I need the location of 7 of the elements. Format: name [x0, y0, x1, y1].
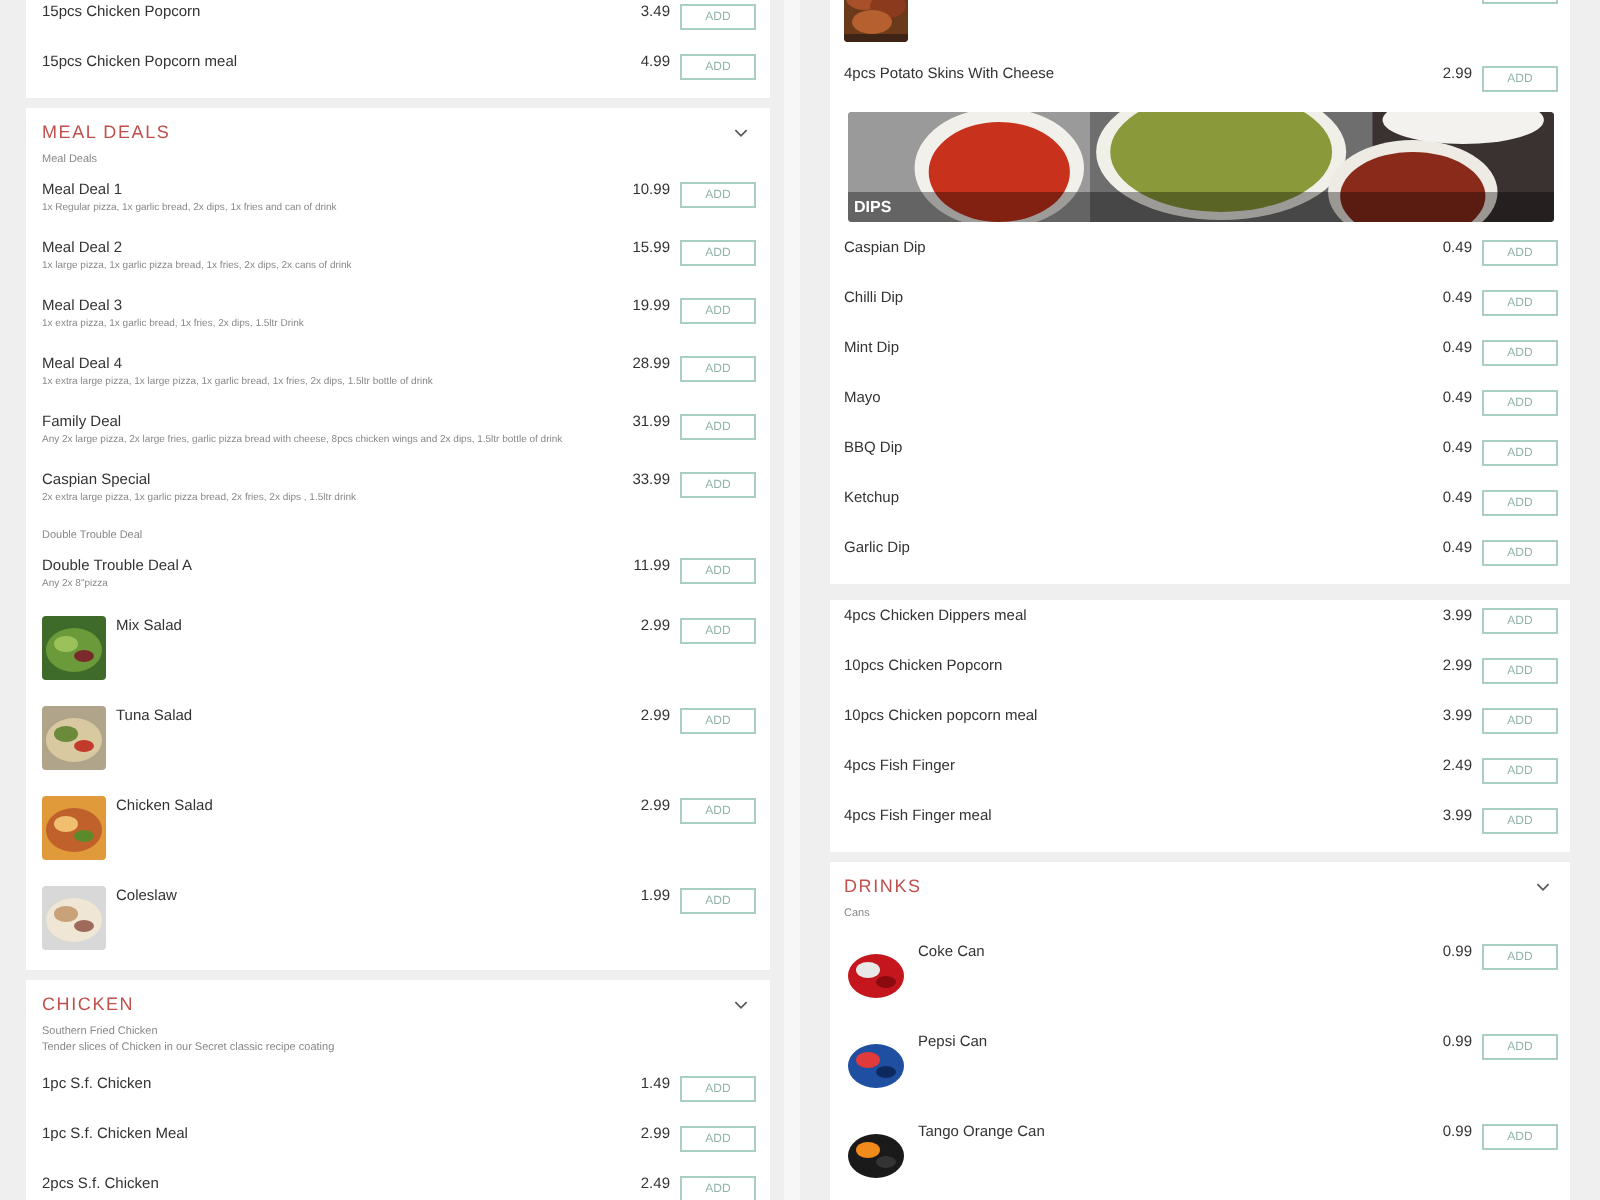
chevron-icon[interactable] — [734, 127, 748, 137]
section-title: CHICKEN — [42, 992, 135, 1016]
chevron-icon[interactable] — [734, 999, 748, 1009]
chevron-icon[interactable] — [1536, 881, 1550, 891]
section-title: DRINKS — [844, 874, 922, 898]
category-label: DIPS — [854, 198, 892, 218]
section-title: MEAL DEALS — [42, 120, 171, 144]
